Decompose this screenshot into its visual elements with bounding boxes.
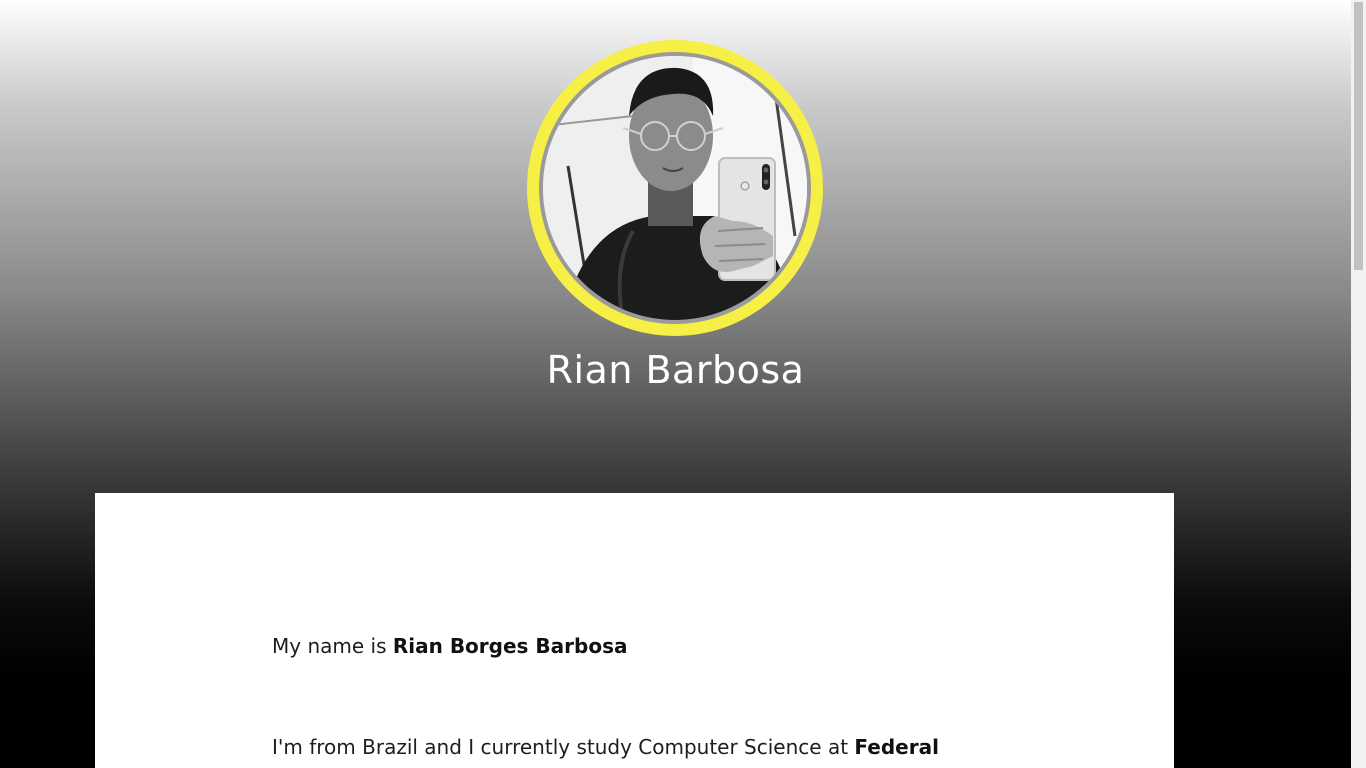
profile-name: Rian Barbosa: [546, 348, 805, 392]
institution-name: Federal: [854, 735, 939, 759]
profile-page: Rian Barbosa My name is Rian Borges Barb…: [0, 0, 1351, 768]
avatar-border: [539, 52, 811, 324]
intro-paragraph: My name is Rian Borges Barbosa: [272, 632, 627, 660]
vertical-scrollbar[interactable]: [1351, 0, 1366, 768]
study-prefix: I'm from Brazil and I currently study Co…: [272, 735, 855, 759]
study-paragraph: I'm from Brazil and I currently study Co…: [272, 733, 939, 761]
browser-viewport: Rian Barbosa My name is Rian Borges Barb…: [0, 0, 1366, 768]
profile-photo: [543, 56, 807, 320]
avatar: [527, 40, 823, 336]
scrollbar-thumb[interactable]: [1354, 2, 1363, 270]
full-name: Rian Borges Barbosa: [392, 634, 628, 658]
profile-photo-illustration: [543, 56, 807, 320]
about-card: My name is Rian Borges Barbosa I'm from …: [95, 493, 1174, 768]
intro-prefix: My name is: [272, 634, 393, 658]
